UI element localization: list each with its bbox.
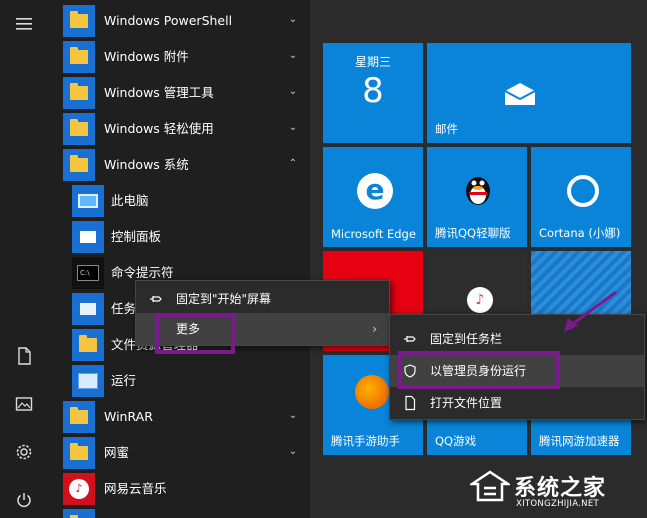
list-item-run[interactable]: 运行 xyxy=(48,363,310,399)
list-item-windows-admin-tools[interactable]: Windows 管理工具 ⌄ xyxy=(48,75,310,111)
chevron-right-icon: › xyxy=(372,322,377,336)
list-item-wangmi[interactable]: 网蜜 ⌄ xyxy=(48,435,310,471)
app-label: Windows 管理工具 xyxy=(104,85,214,100)
file-icon xyxy=(402,395,418,411)
context-menu: 固定到"开始"屏幕 更多 › xyxy=(135,280,390,346)
cortana-label: Cortana (小娜) xyxy=(539,226,621,240)
terminal-icon: C:\ xyxy=(72,257,104,289)
menu-item-open-location[interactable]: 打开文件位置 xyxy=(390,387,644,419)
folder-icon xyxy=(72,329,104,361)
app-list: Windows PowerShell ⌄ Windows 附件 ⌄ Window… xyxy=(48,0,310,518)
edge-icon: e xyxy=(357,173,393,209)
gear-icon[interactable] xyxy=(12,440,36,464)
chevron-up-icon[interactable]: ⌃ xyxy=(286,157,300,171)
calendar-date: 8 xyxy=(362,71,384,111)
qq-penguin-icon xyxy=(466,177,490,205)
list-item-windows-powershell[interactable]: Windows PowerShell ⌄ xyxy=(48,3,310,39)
menu-item-label: 以管理员身份运行 xyxy=(430,364,527,378)
qq-tile[interactable]: 腾讯QQ轻聊版 xyxy=(427,147,527,247)
list-item-partial[interactable] xyxy=(48,507,310,518)
cortana-icon xyxy=(567,175,599,207)
menu-item-label: 更多 xyxy=(176,322,201,336)
edge-tile[interactable]: e Microsoft Edge xyxy=(323,147,423,247)
run-icon xyxy=(72,365,104,397)
tile-label: 腾讯网游加速器 xyxy=(539,434,620,448)
chevron-down-icon[interactable]: ⌄ xyxy=(286,13,300,27)
menu-item-label: 固定到"开始"屏幕 xyxy=(176,292,272,306)
chevron-down-icon[interactable]: ⌄ xyxy=(286,49,300,63)
music-note-icon: ♪ xyxy=(467,287,493,313)
tile-label: QQ游戏 xyxy=(435,434,477,448)
start-left-rail xyxy=(0,0,48,518)
menu-item-pin-start[interactable]: 固定到"开始"屏幕 xyxy=(136,283,389,315)
edge-label: Microsoft Edge xyxy=(331,227,416,241)
list-item-windows-ease-of-access[interactable]: Windows 轻松使用 ⌄ xyxy=(48,111,310,147)
mail-tile[interactable]: 邮件 xyxy=(427,43,631,143)
folder-icon xyxy=(63,401,95,433)
app-label: 运行 xyxy=(111,373,137,388)
folder-icon xyxy=(63,77,95,109)
watermark: 系统之家 XITONGZHIJIA.NET xyxy=(470,468,645,516)
list-item-control-panel[interactable]: 控制面板 xyxy=(48,219,310,255)
folder-icon xyxy=(63,437,95,469)
app-label: Windows 轻松使用 xyxy=(104,121,214,136)
app-label: Windows 系统 xyxy=(104,157,189,172)
folder-icon xyxy=(63,5,95,37)
mail-icon xyxy=(504,83,536,105)
watermark-title: 系统之家 xyxy=(514,476,607,501)
chevron-down-icon[interactable]: ⌄ xyxy=(286,121,300,135)
chevron-down-icon[interactable]: ⌄ xyxy=(286,409,300,423)
qq-label: 腾讯QQ轻聊版 xyxy=(435,226,511,240)
menu-item-more[interactable]: 更多 › xyxy=(136,313,389,345)
calendar-tile[interactable]: 星期三 8 xyxy=(323,43,423,143)
chevron-down-icon[interactable]: ⌄ xyxy=(286,85,300,99)
app-label: 网蜜 xyxy=(104,445,130,460)
folder-icon xyxy=(63,149,95,181)
netease-music-icon: ♪ xyxy=(63,473,95,505)
calendar-day: 星期三 xyxy=(354,55,391,69)
list-item-windows-accessories[interactable]: Windows 附件 ⌄ xyxy=(48,39,310,75)
menu-item-label: 打开文件位置 xyxy=(430,396,503,410)
list-item-winrar[interactable]: WinRAR ⌄ xyxy=(48,399,310,435)
control-panel-icon xyxy=(72,221,104,253)
menu-item-label: 固定到任务栏 xyxy=(430,332,503,346)
watermark-logo xyxy=(470,470,510,502)
tile-label: 腾讯手游助手 xyxy=(331,434,400,448)
mail-label: 邮件 xyxy=(435,122,458,136)
menu-item-run-as-admin[interactable]: 以管理员身份运行 xyxy=(390,355,644,387)
pictures-icon[interactable] xyxy=(12,392,36,416)
game-assistant-icon xyxy=(355,375,389,409)
pin-icon xyxy=(148,291,164,307)
app-label: 此电脑 xyxy=(111,193,149,208)
list-item-windows-system[interactable]: Windows 系统 ⌃ xyxy=(48,147,310,183)
shield-icon xyxy=(402,363,418,379)
list-item-this-pc[interactable]: 此电脑 xyxy=(48,183,310,219)
watermark-url: XITONGZHIJIA.NET xyxy=(516,499,599,509)
pin-icon xyxy=(402,331,418,347)
document-icon[interactable] xyxy=(12,344,36,368)
power-icon[interactable] xyxy=(12,488,36,512)
task-manager-icon xyxy=(72,293,104,325)
folder-icon xyxy=(63,509,95,518)
app-label: Windows PowerShell xyxy=(104,13,233,28)
app-label: WinRAR xyxy=(104,409,153,424)
pointer-arrow-icon xyxy=(564,290,617,332)
hamburger-icon[interactable] xyxy=(12,12,36,36)
app-label: 控制面板 xyxy=(111,229,162,244)
app-label: 网易云音乐 xyxy=(104,481,167,496)
cortana-tile[interactable]: Cortana (小娜) xyxy=(531,147,631,247)
computer-icon xyxy=(72,185,104,217)
list-item-netease-music[interactable]: ♪ 网易云音乐 xyxy=(48,471,310,507)
folder-icon xyxy=(63,41,95,73)
chevron-down-icon[interactable]: ⌄ xyxy=(286,445,300,459)
app-label: Windows 附件 xyxy=(104,49,189,64)
folder-icon xyxy=(63,113,95,145)
